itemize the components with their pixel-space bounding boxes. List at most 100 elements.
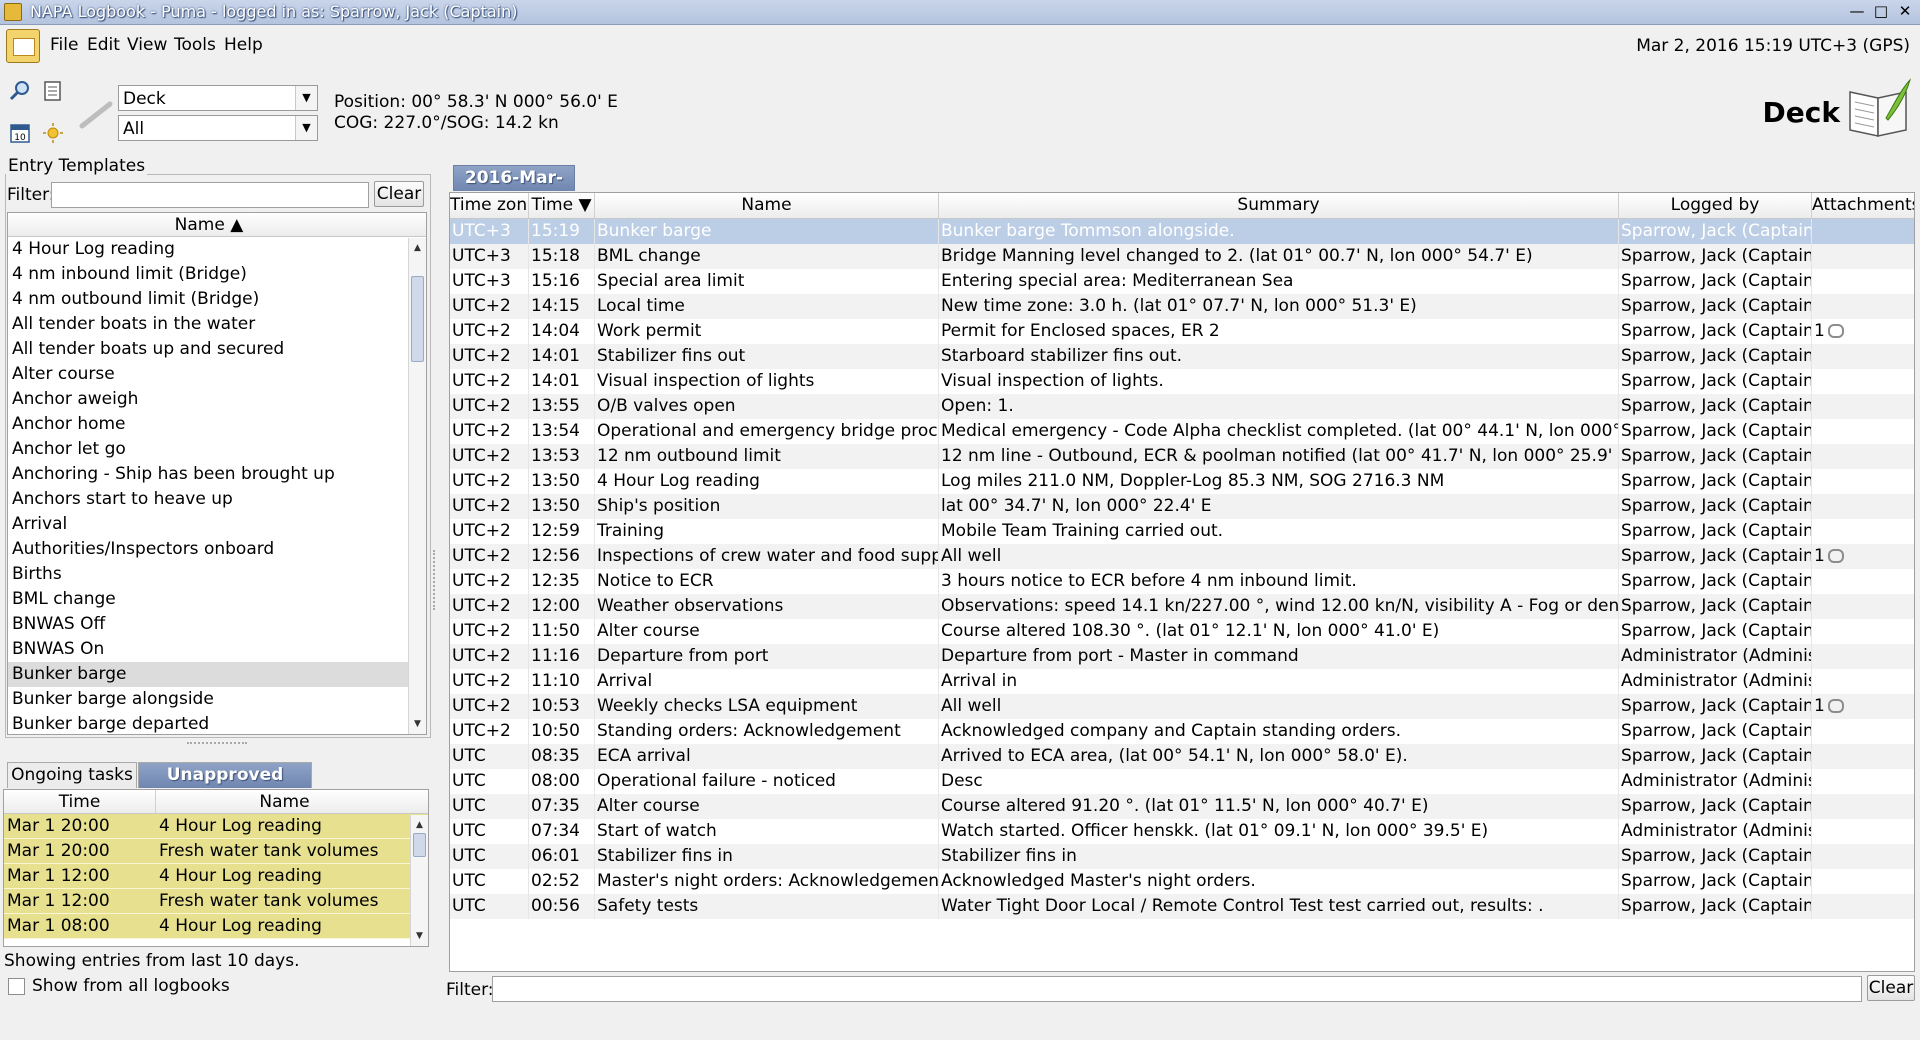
chevron-down-icon[interactable]: ▼ bbox=[295, 86, 317, 110]
cell-attachments[interactable] bbox=[1812, 794, 1914, 819]
log-row[interactable]: UTC+2 14:01 Stabilizer fins out Starboard s… bbox=[450, 344, 1914, 369]
category-select[interactable]: All ▼ bbox=[118, 115, 318, 141]
log-row[interactable]: UTC+2 13:53 12 nm outbound limit 12 nm line… bbox=[450, 444, 1914, 469]
tab-date[interactable]: 2016-Mar-02 bbox=[453, 165, 575, 213]
templates-list-header[interactable]: Name ▲ bbox=[8, 213, 426, 237]
close-button[interactable]: ✕ bbox=[1894, 2, 1916, 22]
task-name-column[interactable]: Name bbox=[157, 790, 412, 814]
checkbox-box[interactable] bbox=[8, 978, 25, 995]
log-row[interactable]: UTC+2 10:50 Standing orders: Acknowledgeme… bbox=[450, 719, 1914, 744]
cell-attachments[interactable] bbox=[1812, 819, 1914, 844]
scroll-down-icon[interactable]: ▼ bbox=[411, 928, 428, 944]
calendar-icon[interactable]: 10 bbox=[9, 122, 31, 144]
cell-attachments[interactable] bbox=[1812, 394, 1914, 419]
log-row[interactable]: UTC+2 13:55 O/B valves open Open: 1. Sparrow… bbox=[450, 394, 1914, 419]
templates-scrollbar[interactable]: ▲ ▼ bbox=[408, 238, 426, 734]
log-filter-clear-button[interactable]: Clear bbox=[1867, 975, 1915, 1001]
template-item[interactable]: Bunker barge alongside bbox=[8, 687, 426, 712]
scroll-thumb[interactable] bbox=[411, 276, 424, 362]
cell-attachments[interactable] bbox=[1812, 294, 1914, 319]
task-row[interactable]: Mar 1 12:00 4 Hour Log reading bbox=[4, 864, 428, 889]
menu-view[interactable]: View bbox=[127, 35, 167, 55]
log-row[interactable]: UTC 00:56 Safety tests Water Tight Door Loc… bbox=[450, 894, 1914, 919]
log-row[interactable]: UTC 06:01 Stabilizer fins in Stabilizer fin… bbox=[450, 844, 1914, 869]
app-logo-icon[interactable] bbox=[6, 29, 40, 63]
log-row[interactable]: UTC+2 14:01 Visual inspection of lights Vis… bbox=[450, 369, 1914, 394]
chevron-down-icon[interactable]: ▼ bbox=[295, 116, 317, 140]
template-item[interactable]: All tender boats up and secured bbox=[8, 337, 426, 362]
template-item[interactable]: BML change bbox=[8, 587, 426, 612]
menu-edit[interactable]: Edit bbox=[87, 35, 120, 55]
cell-attachments[interactable] bbox=[1812, 669, 1914, 694]
vertical-splitter[interactable] bbox=[433, 550, 437, 610]
template-filter-clear-button[interactable]: Clear bbox=[374, 181, 424, 207]
scroll-up-icon[interactable]: ▲ bbox=[409, 240, 426, 256]
template-item[interactable]: 4 nm outbound limit (Bridge) bbox=[8, 287, 426, 312]
log-row[interactable]: UTC 08:00 Operational failure - noticed Des… bbox=[450, 769, 1914, 794]
log-filter-input[interactable] bbox=[492, 976, 1862, 1002]
template-item[interactable]: Bunker barge departed bbox=[8, 712, 426, 734]
template-item[interactable]: Bunker barge bbox=[8, 662, 426, 687]
menu-help[interactable]: Help bbox=[224, 35, 263, 55]
cell-attachments[interactable] bbox=[1812, 244, 1914, 269]
pen-icon[interactable] bbox=[78, 100, 114, 130]
task-row[interactable]: Mar 1 12:00 Fresh water tank volumes bbox=[4, 889, 428, 914]
cell-attachments[interactable] bbox=[1812, 569, 1914, 594]
cell-attachments[interactable] bbox=[1812, 769, 1914, 794]
log-row[interactable]: UTC+2 12:35 Notice to ECR 3 hours notice to… bbox=[450, 569, 1914, 594]
col-time[interactable]: Time ▼ bbox=[529, 193, 595, 218]
scroll-down-icon[interactable]: ▼ bbox=[409, 716, 426, 732]
cell-attachments[interactable] bbox=[1812, 744, 1914, 769]
template-item[interactable]: Anchor let go bbox=[8, 437, 426, 462]
scroll-up-icon[interactable]: ▲ bbox=[411, 817, 428, 833]
cell-attachments[interactable] bbox=[1812, 519, 1914, 544]
cell-attachments[interactable] bbox=[1812, 619, 1914, 644]
template-item[interactable]: Births bbox=[8, 562, 426, 587]
log-row[interactable]: UTC 07:35 Alter course Course altered 91.20… bbox=[450, 794, 1914, 819]
log-row[interactable]: UTC+2 13:50 4 Hour Log reading Log miles 21… bbox=[450, 469, 1914, 494]
log-row[interactable]: UTC+2 11:10 Arrival Arrival in Administrator… bbox=[450, 669, 1914, 694]
log-row[interactable]: UTC+3 15:19 Bunker barge Bunker barge Tomms… bbox=[450, 219, 1914, 244]
log-row[interactable]: UTC+2 14:15 Local time New time zone: 3.0 h… bbox=[450, 294, 1914, 319]
cell-attachments[interactable]: 1 bbox=[1812, 694, 1914, 719]
log-row[interactable]: UTC 07:34 Start of watch Watch started. Off… bbox=[450, 819, 1914, 844]
template-name-column[interactable]: Name ▲ bbox=[8, 213, 410, 237]
cell-attachments[interactable] bbox=[1812, 444, 1914, 469]
template-item[interactable]: All tender boats in the water bbox=[8, 312, 426, 337]
col-timezone[interactable]: Time zone bbox=[450, 193, 529, 218]
task-row[interactable]: Mar 1 20:00 4 Hour Log reading bbox=[4, 814, 428, 839]
logbook-select[interactable]: Deck ▼ bbox=[118, 85, 318, 111]
template-item[interactable]: Authorities/Inspectors onboard bbox=[8, 537, 426, 562]
col-name[interactable]: Name bbox=[595, 193, 939, 218]
paperclip-icon[interactable] bbox=[1827, 324, 1844, 338]
log-row[interactable]: UTC+2 11:50 Alter course Course altered 108… bbox=[450, 619, 1914, 644]
cell-attachments[interactable] bbox=[1812, 419, 1914, 444]
log-row[interactable]: UTC+2 12:56 Inspections of crew water and … bbox=[450, 544, 1914, 569]
paperclip-icon[interactable] bbox=[1827, 549, 1844, 563]
paperclip-icon[interactable] bbox=[1827, 699, 1844, 713]
log-row[interactable]: UTC+2 12:00 Weather observations Observatio… bbox=[450, 594, 1914, 619]
template-item[interactable]: BNWAS Off bbox=[8, 612, 426, 637]
log-row[interactable]: UTC+2 14:04 Work permit Permit for Enclosed… bbox=[450, 319, 1914, 344]
cell-attachments[interactable] bbox=[1812, 644, 1914, 669]
log-row[interactable]: UTC 08:35 ECA arrival Arrived to ECA area, … bbox=[450, 744, 1914, 769]
col-attachments[interactable]: Attachments bbox=[1812, 193, 1914, 218]
col-logged-by[interactable]: Logged by bbox=[1619, 193, 1812, 218]
tasks-scrollbar[interactable]: ▲ ▼ bbox=[410, 815, 428, 946]
log-row[interactable]: UTC+2 13:54 Operational and emergency brid… bbox=[450, 419, 1914, 444]
cell-attachments[interactable] bbox=[1812, 344, 1914, 369]
template-item[interactable]: Anchor aweigh bbox=[8, 387, 426, 412]
template-item[interactable]: Arrival bbox=[8, 512, 426, 537]
cell-attachments[interactable] bbox=[1812, 869, 1914, 894]
menu-tools[interactable]: Tools bbox=[174, 35, 216, 55]
log-row[interactable]: UTC+3 15:16 Special area limit Entering spe… bbox=[450, 269, 1914, 294]
log-row[interactable]: UTC+3 15:18 BML change Bridge Manning level… bbox=[450, 244, 1914, 269]
cell-attachments[interactable] bbox=[1812, 594, 1914, 619]
menu-file[interactable]: File bbox=[50, 35, 78, 55]
log-row[interactable]: UTC+2 12:59 Training Mobile Team Training c… bbox=[450, 519, 1914, 544]
template-item[interactable]: Anchoring - Ship has been brought up bbox=[8, 462, 426, 487]
template-item[interactable]: Alter course bbox=[8, 362, 426, 387]
template-item[interactable]: 4 nm inbound limit (Bridge) bbox=[8, 262, 426, 287]
weather-icon[interactable] bbox=[42, 122, 64, 144]
task-row[interactable]: Mar 1 08:00 4 Hour Log reading bbox=[4, 914, 428, 939]
